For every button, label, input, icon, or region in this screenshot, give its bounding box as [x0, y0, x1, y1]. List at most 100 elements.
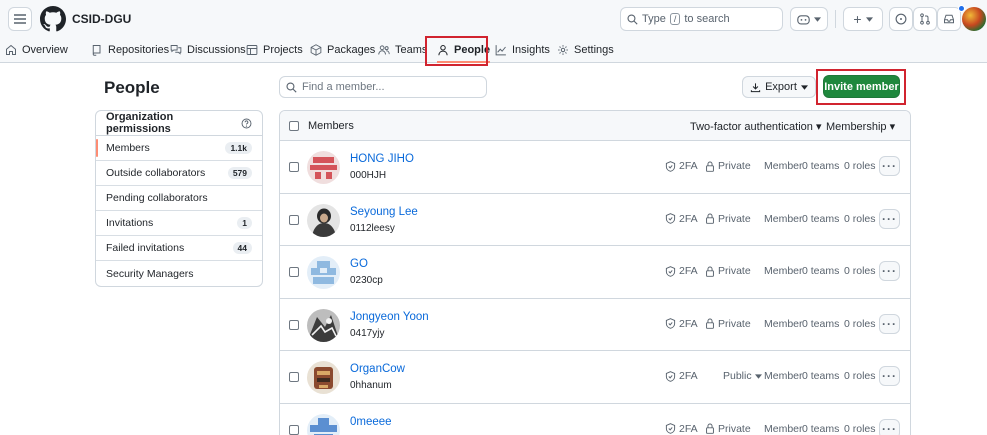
row-checkbox[interactable]	[289, 319, 299, 330]
visibility-dropdown[interactable]: Public	[723, 370, 762, 382]
sidebar-item-invitations[interactable]: Invitations 1	[96, 211, 262, 236]
row-checkbox[interactable]	[289, 372, 299, 382]
github-logo-icon[interactable]	[40, 6, 66, 32]
comment-discussion-icon	[170, 45, 182, 55]
gear-icon	[558, 45, 568, 55]
member-teams[interactable]: 0 teams	[802, 318, 839, 330]
sidebar-header-label: Organization permissions	[106, 111, 174, 135]
member-roles[interactable]: 0 roles	[844, 423, 876, 435]
table-row: Seyoung Lee 0112leesy 2FA Private Member…	[280, 194, 910, 246]
question-icon[interactable]	[241, 118, 252, 129]
sidebar-item-security-managers[interactable]: Security Managers	[96, 261, 262, 286]
create-new-button[interactable]: +	[843, 7, 883, 31]
global-search-input[interactable]: Type / to search	[620, 7, 783, 31]
tab-overview[interactable]: Overview	[5, 38, 68, 62]
member-name[interactable]: Seyoung Lee	[350, 206, 418, 218]
member-name[interactable]: 0meeee	[350, 416, 392, 428]
member-role: Member	[764, 422, 803, 435]
inbox-button[interactable]	[937, 7, 961, 31]
avatar[interactable]	[307, 413, 340, 435]
row-actions-button[interactable]: ···	[879, 418, 900, 435]
member-teams[interactable]: 0 teams	[802, 213, 839, 225]
row-checkbox[interactable]	[289, 424, 299, 435]
members-header-label: Members	[308, 120, 354, 132]
shield-check-icon	[665, 318, 676, 329]
table-row: Jongyeon Yoon 0417yjy 2FA Private Member…	[280, 299, 910, 351]
row-actions-button[interactable]: ···	[879, 313, 900, 334]
global-header: CSID-DGU Type / to search +	[0, 0, 987, 38]
row-actions-button[interactable]: ···	[879, 208, 900, 229]
sidebar-item-pending-collaborators[interactable]: Pending collaborators	[96, 186, 262, 211]
export-label: Export	[765, 81, 797, 93]
invite-member-button[interactable]: Invite member	[823, 75, 900, 98]
failed-invitations-count-badge: 44	[232, 242, 252, 254]
member-teams[interactable]: 0 teams	[802, 160, 839, 172]
tab-packages[interactable]: Packages	[310, 38, 375, 62]
member-teams[interactable]: 0 teams	[802, 423, 839, 435]
org-name[interactable]: CSID-DGU	[72, 12, 131, 26]
member-teams[interactable]: 0 teams	[802, 370, 839, 382]
row-actions-button[interactable]: ···	[879, 156, 900, 176]
sidebar-item-failed-invitations[interactable]: Failed invitations 44	[96, 236, 262, 261]
table-row: 0meeee 2FA Private Member 0 teams 0 role…	[280, 404, 910, 435]
export-button[interactable]: Export	[742, 76, 816, 98]
find-member-input[interactable]: Find a member...	[279, 76, 487, 98]
member-name[interactable]: GO	[350, 258, 368, 270]
tab-settings-label: Settings	[574, 44, 614, 56]
package-icon	[310, 44, 322, 56]
tab-insights[interactable]: Insights	[495, 38, 550, 62]
tab-people[interactable]: People	[437, 38, 491, 63]
select-all-checkbox[interactable]	[289, 121, 299, 131]
avatar[interactable]	[307, 256, 340, 289]
two-factor-status: 2FA	[665, 265, 698, 277]
row-actions-button[interactable]: ···	[879, 261, 900, 281]
copilot-button[interactable]	[790, 7, 828, 31]
member-roles[interactable]: 0 roles	[844, 370, 876, 382]
sidebar-item-outside-collaborators[interactable]: Outside collaborators 579	[96, 161, 262, 186]
avatar[interactable]	[307, 361, 340, 394]
member-name[interactable]: OrganCow	[350, 363, 405, 375]
chevron-down-icon	[814, 16, 821, 22]
two-factor-filter[interactable]: Two-factor authentication ▾	[690, 120, 821, 133]
member-name[interactable]: HONG JIHO	[350, 153, 414, 165]
avatar[interactable]	[307, 151, 340, 184]
member-roles[interactable]: 0 roles	[844, 318, 876, 330]
plus-icon: +	[853, 11, 862, 27]
row-checkbox[interactable]	[289, 162, 299, 172]
visibility-label: Private	[718, 160, 751, 172]
table-row: OrganCow 0hhanum 2FA Public Member 0 tea…	[280, 351, 910, 404]
tab-projects[interactable]: Projects	[246, 38, 303, 62]
pull-requests-button[interactable]	[913, 7, 937, 31]
chevron-down-icon	[865, 16, 873, 22]
row-actions-button[interactable]: ···	[879, 366, 900, 386]
row-checkbox[interactable]	[289, 267, 299, 277]
avatar[interactable]	[307, 203, 340, 237]
tab-teams[interactable]: Teams	[378, 38, 427, 62]
two-factor-filter-label: Two-factor authentication	[690, 121, 813, 133]
tab-settings[interactable]: Settings	[557, 38, 614, 62]
member-teams[interactable]: 0 teams	[802, 265, 839, 277]
person-icon	[438, 45, 448, 56]
member-roles[interactable]: 0 roles	[844, 160, 876, 172]
sidebar-item-members[interactable]: Members 1.1k	[96, 136, 262, 161]
user-avatar[interactable]	[962, 7, 986, 31]
table-row: GO 0230cp 2FA Private Member 0 teams 0 r…	[280, 246, 910, 299]
member-role: Member	[764, 370, 803, 382]
row-checkbox[interactable]	[289, 214, 299, 225]
member-roles[interactable]: 0 roles	[844, 265, 876, 277]
two-factor-status: 2FA	[665, 213, 698, 225]
member-name[interactable]: Jongyeon Yoon	[350, 311, 429, 323]
menu-button[interactable]	[8, 7, 32, 31]
tab-teams-label: Teams	[395, 44, 428, 56]
member-roles[interactable]: 0 roles	[844, 213, 876, 225]
sidebar-item-label: Security Managers	[106, 267, 194, 280]
issues-button[interactable]	[889, 7, 913, 31]
notification-indicator	[958, 5, 965, 12]
avatar[interactable]	[307, 308, 340, 342]
membership-filter[interactable]: Membership ▾	[826, 120, 895, 133]
tab-discussions[interactable]: Discussions	[170, 38, 246, 62]
repo-icon	[92, 45, 101, 56]
tab-repositories[interactable]: Repositories	[91, 38, 169, 62]
sidebar-header: Organization permissions	[96, 111, 262, 136]
search-shortcut-key: /	[669, 13, 681, 25]
